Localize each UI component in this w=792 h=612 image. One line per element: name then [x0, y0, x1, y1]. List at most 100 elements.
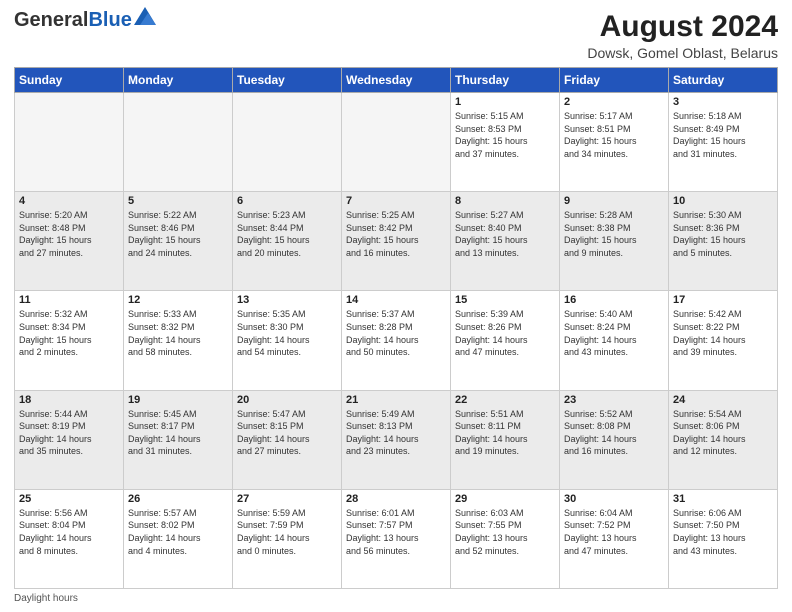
day-number: 20	[237, 394, 337, 406]
header-row: Sunday Monday Tuesday Wednesday Thursday…	[15, 68, 778, 93]
location: Dowsk, Gomel Oblast, Belarus	[587, 45, 778, 61]
day-number: 13	[237, 294, 337, 306]
month-year: August 2024	[587, 10, 778, 43]
day-info: Sunrise: 5:35 AM Sunset: 8:30 PM Dayligh…	[237, 308, 337, 358]
calendar-cell: 7 Sunrise: 5:25 AM Sunset: 8:42 PM Daylig…	[342, 192, 451, 291]
logo: GeneralBlue	[14, 10, 156, 30]
col-thursday: Thursday	[451, 68, 560, 93]
day-info: Sunrise: 5:18 AM Sunset: 8:49 PM Dayligh…	[673, 110, 773, 160]
col-friday: Friday	[560, 68, 669, 93]
day-number: 25	[19, 493, 119, 505]
day-info: Sunrise: 5:37 AM Sunset: 8:28 PM Dayligh…	[346, 308, 446, 358]
calendar-cell: 25 Sunrise: 5:56 AM Sunset: 8:04 PM Dayli…	[15, 489, 124, 588]
day-number: 21	[346, 394, 446, 406]
calendar-cell: 11Sunrise: 5:32 AM Sunset: 8:34 PM Dayli…	[15, 291, 124, 390]
day-info: Sunrise: 5:49 AM Sunset: 8:13 PM Dayligh…	[346, 408, 446, 458]
day-number: 19	[128, 394, 228, 406]
calendar-cell	[233, 93, 342, 192]
calendar-cell: 29 Sunrise: 6:03 AM Sunset: 7:55 PM Dayli…	[451, 489, 560, 588]
day-info: Sunrise: 5:25 AM Sunset: 8:42 PM Dayligh…	[346, 209, 446, 259]
footer-note: Daylight hours	[14, 593, 778, 604]
day-info: Sunrise: 5:56 AM Sunset: 8:04 PM Dayligh…	[19, 507, 119, 557]
day-info: Sunrise: 5:45 AM Sunset: 8:17 PM Dayligh…	[128, 408, 228, 458]
day-info: Sunrise: 5:39 AM Sunset: 8:26 PM Dayligh…	[455, 308, 555, 358]
day-info: Sunrise: 6:04 AM Sunset: 7:52 PM Dayligh…	[564, 507, 664, 557]
logo-general: General	[14, 9, 88, 31]
logo-blue: Blue	[88, 9, 131, 31]
day-info: Sunrise: 5:52 AM Sunset: 8:08 PM Dayligh…	[564, 408, 664, 458]
calendar-cell: 3 Sunrise: 5:18 AM Sunset: 8:49 PM Daylig…	[669, 93, 778, 192]
day-number: 27	[237, 493, 337, 505]
day-info: Sunrise: 5:17 AM Sunset: 8:51 PM Dayligh…	[564, 110, 664, 160]
col-sunday: Sunday	[15, 68, 124, 93]
col-monday: Monday	[124, 68, 233, 93]
day-info: Sunrise: 5:22 AM Sunset: 8:46 PM Dayligh…	[128, 209, 228, 259]
calendar-cell: 28 Sunrise: 6:01 AM Sunset: 7:57 PM Dayli…	[342, 489, 451, 588]
day-number: 6	[237, 195, 337, 207]
logo-icon	[134, 7, 156, 25]
day-info: Sunrise: 5:20 AM Sunset: 8:48 PM Dayligh…	[19, 209, 119, 259]
day-info: Sunrise: 5:28 AM Sunset: 8:38 PM Dayligh…	[564, 209, 664, 259]
day-number: 10	[673, 195, 773, 207]
day-number: 7	[346, 195, 446, 207]
day-number: 3	[673, 96, 773, 108]
col-saturday: Saturday	[669, 68, 778, 93]
calendar-cell: 1 Sunrise: 5:15 AM Sunset: 8:53 PM Daylig…	[451, 93, 560, 192]
calendar-cell: 20Sunrise: 5:47 AM Sunset: 8:15 PM Dayli…	[233, 390, 342, 489]
calendar-cell: 31Sunrise: 6:06 AM Sunset: 7:50 PM Dayli…	[669, 489, 778, 588]
title-block: August 2024 Dowsk, Gomel Oblast, Belarus	[587, 10, 778, 61]
calendar-week-1: 1 Sunrise: 5:15 AM Sunset: 8:53 PM Daylig…	[15, 93, 778, 192]
day-info: Sunrise: 5:54 AM Sunset: 8:06 PM Dayligh…	[673, 408, 773, 458]
day-info: Sunrise: 5:15 AM Sunset: 8:53 PM Dayligh…	[455, 110, 555, 160]
col-wednesday: Wednesday	[342, 68, 451, 93]
day-info: Sunrise: 5:57 AM Sunset: 8:02 PM Dayligh…	[128, 507, 228, 557]
calendar-cell: 19 Sunrise: 5:45 AM Sunset: 8:17 PM Dayli…	[124, 390, 233, 489]
day-number: 31	[673, 493, 773, 505]
calendar-week-4: 18 Sunrise: 5:44 AM Sunset: 8:19 PM Dayli…	[15, 390, 778, 489]
calendar-cell: 22 Sunrise: 5:51 AM Sunset: 8:11 PM Dayli…	[451, 390, 560, 489]
day-number: 5	[128, 195, 228, 207]
day-number: 2	[564, 96, 664, 108]
day-number: 18	[19, 394, 119, 406]
day-info: Sunrise: 5:32 AM Sunset: 8:34 PM Dayligh…	[19, 308, 119, 358]
calendar-cell: 30Sunrise: 6:04 AM Sunset: 7:52 PM Dayli…	[560, 489, 669, 588]
page: GeneralBlue August 2024 Dowsk, Gomel Obl…	[0, 0, 792, 612]
day-info: Sunrise: 6:01 AM Sunset: 7:57 PM Dayligh…	[346, 507, 446, 557]
calendar-cell: 18 Sunrise: 5:44 AM Sunset: 8:19 PM Dayli…	[15, 390, 124, 489]
day-info: Sunrise: 5:27 AM Sunset: 8:40 PM Dayligh…	[455, 209, 555, 259]
day-number: 16	[564, 294, 664, 306]
day-info: Sunrise: 5:33 AM Sunset: 8:32 PM Dayligh…	[128, 308, 228, 358]
calendar-cell	[15, 93, 124, 192]
day-number: 22	[455, 394, 555, 406]
calendar-cell: 27 Sunrise: 5:59 AM Sunset: 7:59 PM Dayli…	[233, 489, 342, 588]
daylight-label: Daylight hours	[14, 593, 78, 604]
day-info: Sunrise: 5:30 AM Sunset: 8:36 PM Dayligh…	[673, 209, 773, 259]
calendar-cell: 12Sunrise: 5:33 AM Sunset: 8:32 PM Dayli…	[124, 291, 233, 390]
calendar-cell: 9Sunrise: 5:28 AM Sunset: 8:38 PM Daylig…	[560, 192, 669, 291]
day-info: Sunrise: 6:03 AM Sunset: 7:55 PM Dayligh…	[455, 507, 555, 557]
calendar-week-5: 25 Sunrise: 5:56 AM Sunset: 8:04 PM Dayli…	[15, 489, 778, 588]
calendar-cell: 24 Sunrise: 5:54 AM Sunset: 8:06 PM Dayli…	[669, 390, 778, 489]
day-number: 1	[455, 96, 555, 108]
day-info: Sunrise: 5:44 AM Sunset: 8:19 PM Dayligh…	[19, 408, 119, 458]
day-number: 8	[455, 195, 555, 207]
calendar-cell: 2 Sunrise: 5:17 AM Sunset: 8:51 PM Daylig…	[560, 93, 669, 192]
day-number: 17	[673, 294, 773, 306]
calendar-cell: 4Sunrise: 5:20 AM Sunset: 8:48 PM Daylig…	[15, 192, 124, 291]
calendar-cell: 15Sunrise: 5:39 AM Sunset: 8:26 PM Dayli…	[451, 291, 560, 390]
day-info: Sunrise: 5:59 AM Sunset: 7:59 PM Dayligh…	[237, 507, 337, 557]
header: GeneralBlue August 2024 Dowsk, Gomel Obl…	[14, 10, 778, 61]
day-number: 14	[346, 294, 446, 306]
day-info: Sunrise: 5:51 AM Sunset: 8:11 PM Dayligh…	[455, 408, 555, 458]
day-number: 26	[128, 493, 228, 505]
calendar-cell: 13 Sunrise: 5:35 AM Sunset: 8:30 PM Dayli…	[233, 291, 342, 390]
day-number: 24	[673, 394, 773, 406]
day-number: 29	[455, 493, 555, 505]
day-info: Sunrise: 5:23 AM Sunset: 8:44 PM Dayligh…	[237, 209, 337, 259]
calendar-cell: 23Sunrise: 5:52 AM Sunset: 8:08 PM Dayli…	[560, 390, 669, 489]
day-number: 28	[346, 493, 446, 505]
calendar-cell: 16Sunrise: 5:40 AM Sunset: 8:24 PM Dayli…	[560, 291, 669, 390]
calendar-cell: 10 Sunrise: 5:30 AM Sunset: 8:36 PM Dayli…	[669, 192, 778, 291]
calendar-cell: 5 Sunrise: 5:22 AM Sunset: 8:46 PM Daylig…	[124, 192, 233, 291]
calendar-week-3: 11Sunrise: 5:32 AM Sunset: 8:34 PM Dayli…	[15, 291, 778, 390]
